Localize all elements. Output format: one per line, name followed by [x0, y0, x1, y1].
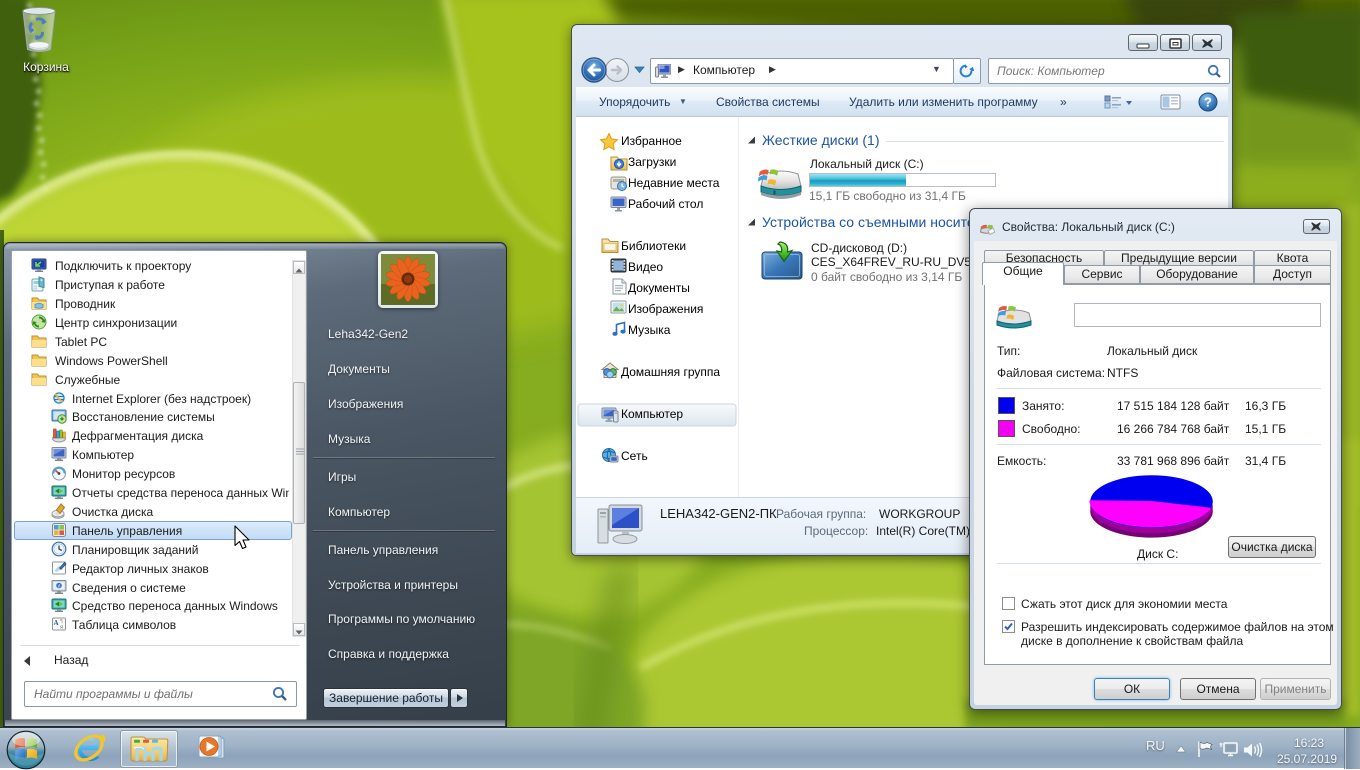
svg-text:¶: ¶ [60, 619, 63, 625]
svg-text:A: A [53, 619, 58, 627]
svg-text:я: я [60, 625, 63, 631]
svg-text:?: ? [1204, 95, 1212, 110]
